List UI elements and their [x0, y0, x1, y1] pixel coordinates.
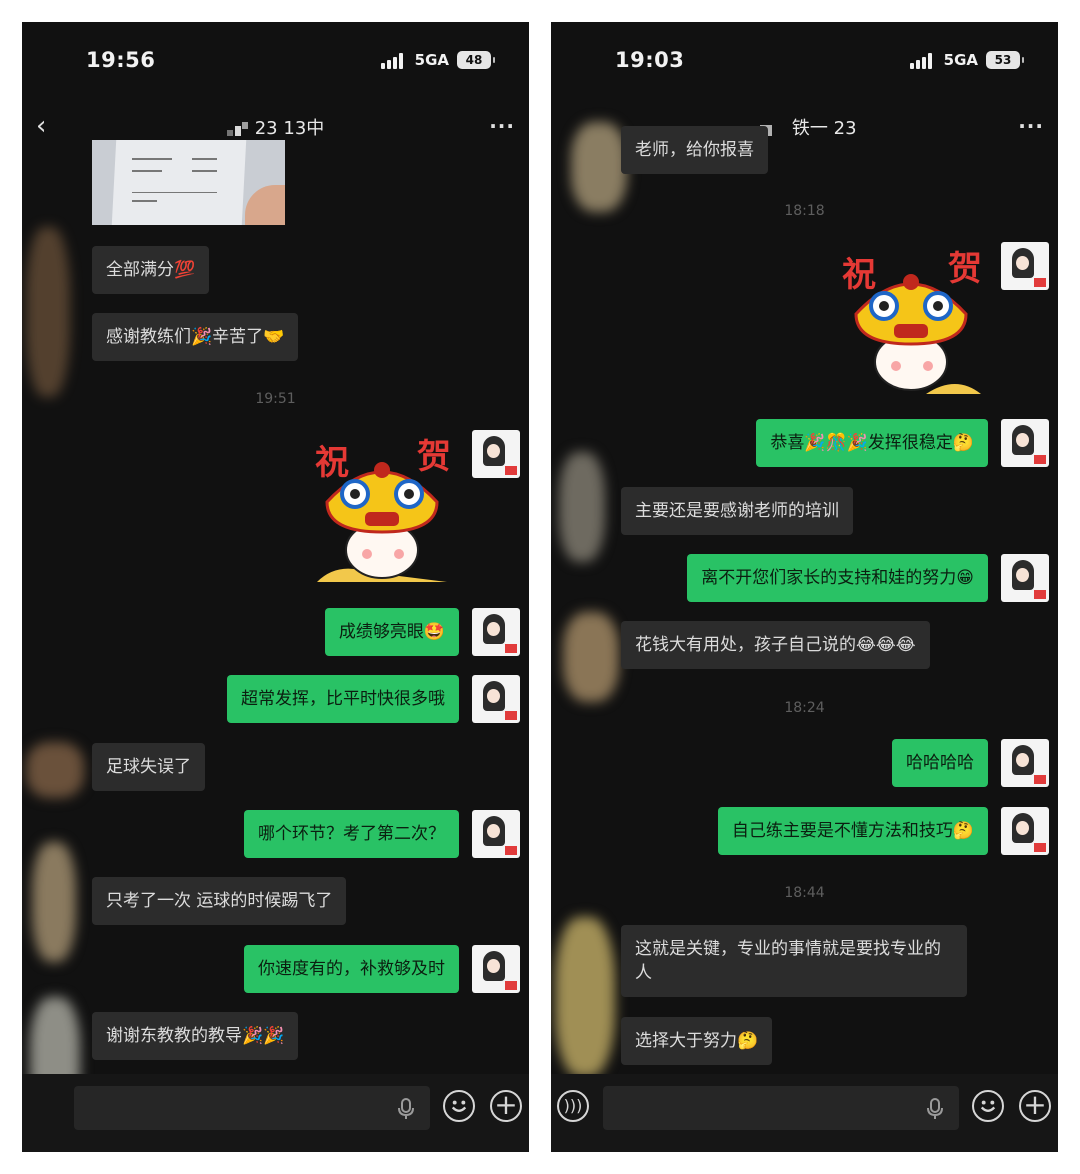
input-bar: + [22, 1074, 529, 1152]
self-avatar[interactable] [472, 945, 520, 993]
message-bubble-incoming[interactable]: 主要还是要感谢老师的培训 [621, 487, 853, 535]
sticker-text-he: 贺 [948, 249, 982, 289]
message-bubble-outgoing[interactable]: 你速度有的，补救够及时 [244, 945, 459, 993]
self-avatar[interactable] [1001, 739, 1049, 787]
self-avatar[interactable] [472, 675, 520, 723]
timestamp: 18:18 [784, 203, 825, 219]
self-avatar[interactable] [1001, 419, 1049, 467]
message-bubble-outgoing[interactable]: 自己练主要是不懂方法和技巧🤔 [717, 807, 988, 855]
chat-screen-left: 19:56 5GA 48 ‹ 23 13中 ··· 全部满分💯 感谢教练们🎉辛苦… [22, 22, 529, 1152]
receipt-image [111, 140, 247, 225]
peer-avatar[interactable] [571, 122, 627, 212]
timestamp: 18:24 [784, 700, 825, 716]
status-bar: 19:03 5GA 53 [551, 22, 1058, 102]
sticker-text-zhu: 祝 [315, 443, 349, 483]
message-bubble-outgoing[interactable]: 哪个环节？考了第二次？ [244, 810, 459, 858]
peer-avatar[interactable] [559, 452, 605, 562]
hand-image [245, 185, 285, 225]
plus-icon[interactable]: + [1019, 1090, 1051, 1122]
message-bubble-outgoing[interactable]: 恭喜🎉🎊🎉发挥很稳定🤔 [756, 419, 988, 467]
message-bubble-outgoing[interactable]: 超常发挥，比平时快很多哦 [227, 675, 459, 723]
voice-icon[interactable]: ))) [557, 1090, 589, 1122]
peer-avatar[interactable] [26, 742, 84, 798]
message-bubble-outgoing[interactable]: 离不开您们家长的支持和娃的努力😁 [687, 554, 988, 602]
message-bubble-incoming[interactable]: 只考了一次 运球的时候踢飞了 [92, 877, 347, 925]
self-avatar[interactable] [472, 608, 520, 656]
message-bubble-outgoing[interactable]: 成绩够亮眼🤩 [324, 608, 459, 656]
message-bubble-outgoing[interactable]: 哈哈哈哈 [892, 739, 988, 787]
peer-avatar[interactable] [563, 612, 619, 702]
more-icon[interactable]: ··· [489, 114, 515, 138]
lion-dance-sticker[interactable]: 祝 贺 [307, 432, 457, 587]
signal-icon [910, 53, 936, 69]
message-bubble-incoming[interactable]: 选择大于努力🤔 [621, 1017, 773, 1065]
timestamp: 19:51 [255, 391, 296, 407]
chat-title: 23 13中 [22, 114, 529, 140]
message-bubble-incoming[interactable]: 花钱大有用处，孩子自己说的😂😂😂 [621, 621, 930, 669]
network-type: 5GA [943, 51, 978, 69]
photo-message[interactable] [92, 140, 285, 225]
emoji-icon[interactable] [972, 1090, 1004, 1122]
pixel-avatar-icon [226, 122, 249, 136]
battery-icon: 53 [986, 51, 1024, 69]
plus-icon[interactable]: + [490, 1090, 522, 1122]
timestamp: 18:44 [784, 885, 825, 901]
message-input[interactable] [74, 1086, 430, 1130]
peer-avatar[interactable] [26, 227, 70, 397]
signal-icon [381, 53, 407, 69]
more-icon[interactable]: ··· [1018, 114, 1044, 138]
chat-title-text: 23 13中 [254, 118, 325, 139]
peer-avatar[interactable] [555, 917, 615, 1077]
message-input[interactable] [603, 1086, 959, 1130]
self-avatar[interactable] [472, 810, 520, 858]
message-bubble-incoming[interactable]: 全部满分💯 [92, 246, 210, 294]
emoji-icon[interactable] [443, 1090, 475, 1122]
battery-icon: 48 [457, 51, 495, 69]
status-bar: 19:56 5GA 48 [22, 22, 529, 102]
sticker-text-he: 贺 [417, 437, 451, 477]
network-type: 5GA [414, 51, 449, 69]
self-avatar[interactable] [1001, 807, 1049, 855]
self-avatar[interactable] [1001, 554, 1049, 602]
message-bubble-incoming[interactable]: 谢谢东教教的教导🎉🎉 [92, 1012, 299, 1060]
mic-icon[interactable] [396, 1098, 416, 1120]
self-avatar[interactable] [1001, 242, 1049, 290]
message-bubble-incoming[interactable]: 足球失误了 [92, 743, 205, 791]
input-bar: ))) + [551, 1074, 1058, 1152]
sticker-text-zhu: 祝 [842, 255, 876, 295]
status-clock: 19:03 [615, 48, 685, 72]
message-bubble-incoming[interactable]: 老师，给你报喜 [621, 126, 768, 174]
message-bubble-incoming[interactable]: 这就是关键，专业的事情就是要找专业的人 [621, 925, 967, 997]
message-bubble-incoming[interactable]: 感谢教练们🎉辛苦了🤝 [92, 313, 299, 361]
status-clock: 19:56 [86, 48, 156, 72]
peer-avatar[interactable] [32, 842, 76, 962]
chat-title-text: 铁一 23 [791, 118, 857, 139]
self-avatar[interactable] [472, 430, 520, 478]
chat-screen-right: 19:03 5GA 53 铁一 23 ··· 老师，给你报喜 18:18 祝 贺… [551, 22, 1058, 1152]
lion-dance-sticker[interactable]: 祝 贺 [836, 244, 986, 399]
mic-icon[interactable] [925, 1098, 945, 1120]
